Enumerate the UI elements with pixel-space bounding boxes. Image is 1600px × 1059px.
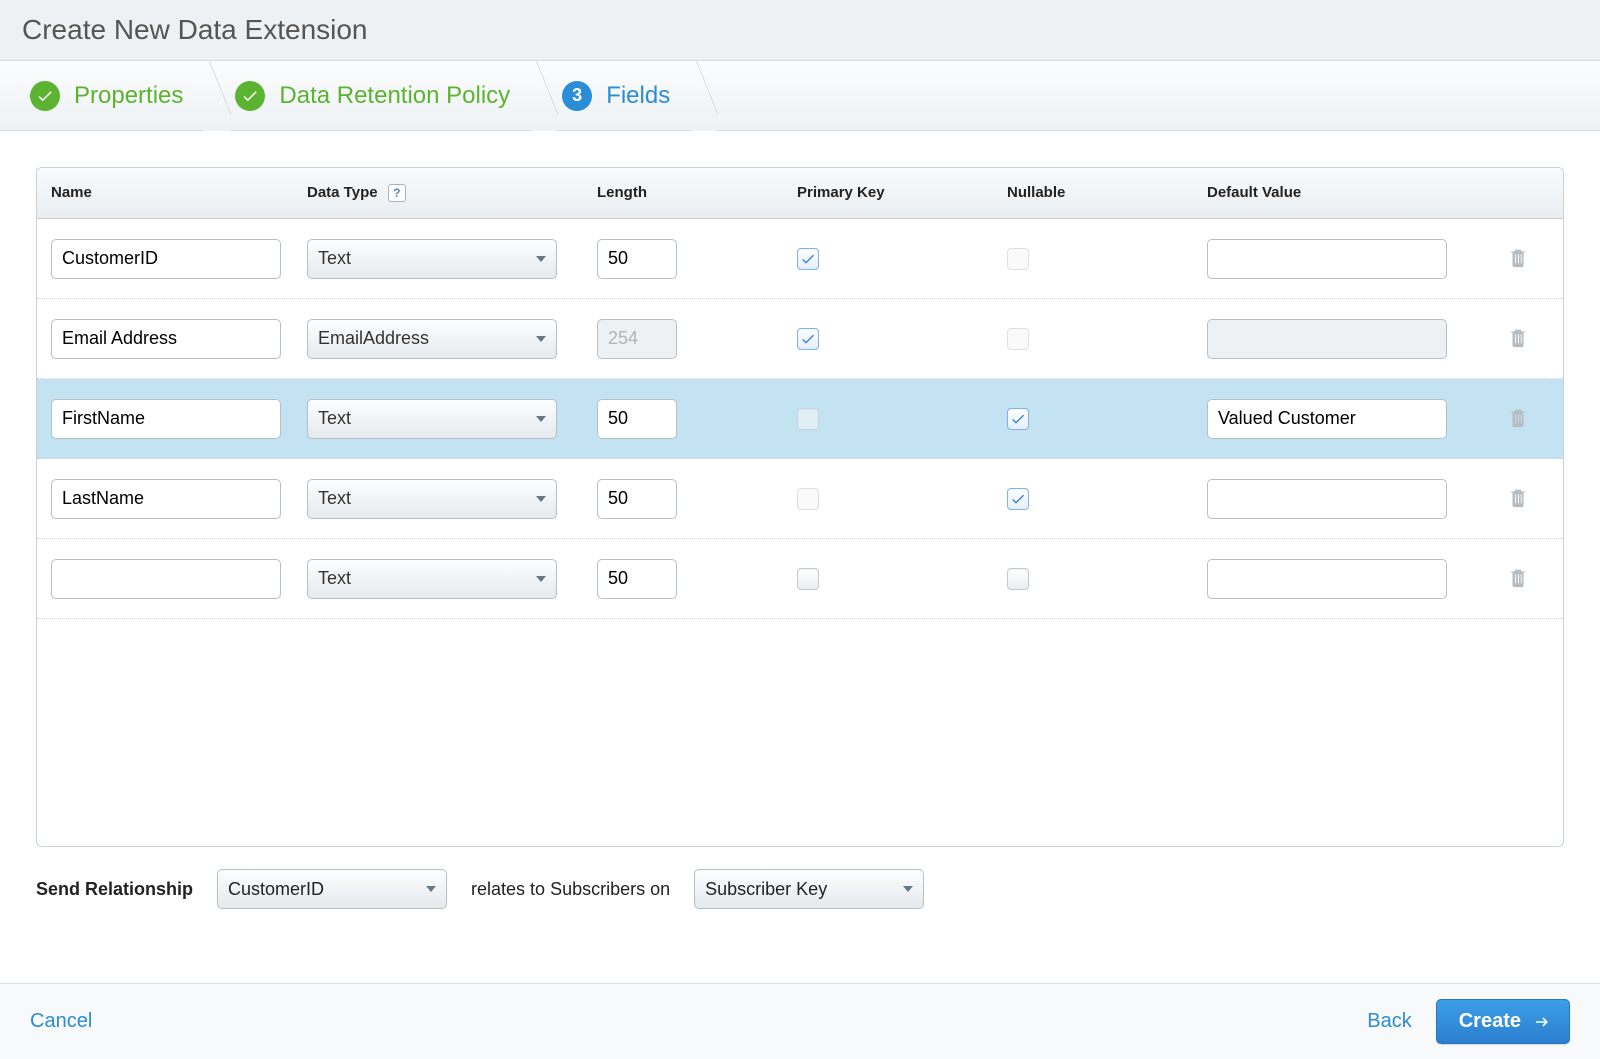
chevron-down-icon [536,496,546,502]
delete-row-button[interactable] [1507,484,1529,514]
wizard-step-properties[interactable]: Properties [12,61,217,131]
primary-key-checkbox[interactable] [797,488,819,510]
wizard-step-retention[interactable]: Data Retention Policy [217,61,544,131]
trash-icon [1507,324,1529,354]
data-type-select[interactable]: Text [307,399,557,439]
nullable-checkbox[interactable] [1007,328,1029,350]
trash-icon [1507,244,1529,274]
check-icon [235,81,265,111]
table-row[interactable]: EmailAddress [37,299,1563,379]
send-relationship-field-select[interactable]: CustomerID [217,869,447,909]
send-relationship-middle-text: relates to Subscribers on [471,879,670,900]
nullable-checkbox[interactable] [1007,248,1029,270]
data-type-select[interactable]: Text [307,559,557,599]
send-relationship: Send Relationship CustomerID relates to … [36,869,1564,909]
col-header-default-value: Default Value [1197,168,1497,218]
grid-header: Name Data Type ? Length Primary Key Null… [37,168,1563,219]
name-input[interactable] [51,559,281,599]
wizard-step-fields[interactable]: 3 Fields [544,61,704,131]
col-header-data-type: Data Type ? [297,168,587,218]
dialog-title: Create New Data Extension [0,0,1600,61]
table-row[interactable]: Text [37,539,1563,619]
length-input[interactable] [597,399,677,439]
delete-row-button[interactable] [1507,404,1529,434]
create-button[interactable]: Create [1436,999,1570,1044]
wizard-step-label: Fields [606,82,670,110]
send-relationship-key-select[interactable]: Subscriber Key [694,869,924,909]
length-input[interactable] [597,559,677,599]
trash-icon [1507,564,1529,594]
length-input[interactable] [597,239,677,279]
nullable-checkbox[interactable] [1007,488,1029,510]
help-icon[interactable]: ? [388,184,406,202]
col-header-primary-key: Primary Key [787,168,997,218]
trash-icon [1507,404,1529,434]
primary-key-checkbox[interactable] [797,328,819,350]
wizard-step-label: Data Retention Policy [279,82,510,110]
step-number-badge: 3 [562,81,592,111]
name-input[interactable] [51,479,281,519]
primary-key-checkbox[interactable] [797,408,819,430]
length-input [597,319,677,359]
chevron-down-icon [536,256,546,262]
back-button[interactable]: Back [1367,1010,1411,1033]
default-value-input [1207,319,1447,359]
trash-icon [1507,484,1529,514]
col-header-nullable: Nullable [997,168,1197,218]
default-value-input[interactable] [1207,399,1447,439]
name-input[interactable] [51,239,281,279]
wizard-step-label: Properties [74,82,183,110]
primary-key-checkbox[interactable] [797,568,819,590]
length-input[interactable] [597,479,677,519]
wizard-steps: Properties Data Retention Policy 3 Field… [0,61,1600,131]
delete-row-button[interactable] [1507,244,1529,274]
delete-row-button[interactable] [1507,564,1529,594]
col-header-name: Name [37,168,297,218]
default-value-input[interactable] [1207,559,1447,599]
chevron-down-icon [903,886,913,892]
default-value-input[interactable] [1207,239,1447,279]
send-relationship-label: Send Relationship [36,879,193,900]
chevron-down-icon [536,416,546,422]
nullable-checkbox[interactable] [1007,408,1029,430]
cancel-button[interactable]: Cancel [30,1010,92,1033]
table-row[interactable]: Text [37,459,1563,539]
dialog-footer: Cancel Back Create [0,983,1600,1059]
arrow-right-icon [1533,1013,1551,1031]
chevron-down-icon [426,886,436,892]
primary-key-checkbox[interactable] [797,248,819,270]
name-input[interactable] [51,399,281,439]
nullable-checkbox[interactable] [1007,568,1029,590]
fields-grid: Name Data Type ? Length Primary Key Null… [36,167,1564,847]
data-type-select[interactable]: EmailAddress [307,319,557,359]
data-type-select[interactable]: Text [307,239,557,279]
col-header-length: Length [587,168,787,218]
default-value-input[interactable] [1207,479,1447,519]
chevron-down-icon [536,336,546,342]
delete-row-button[interactable] [1507,324,1529,354]
name-input[interactable] [51,319,281,359]
table-row[interactable]: Text [37,379,1563,459]
data-type-select[interactable]: Text [307,479,557,519]
check-icon [30,81,60,111]
chevron-down-icon [536,576,546,582]
table-row[interactable]: Text [37,219,1563,299]
